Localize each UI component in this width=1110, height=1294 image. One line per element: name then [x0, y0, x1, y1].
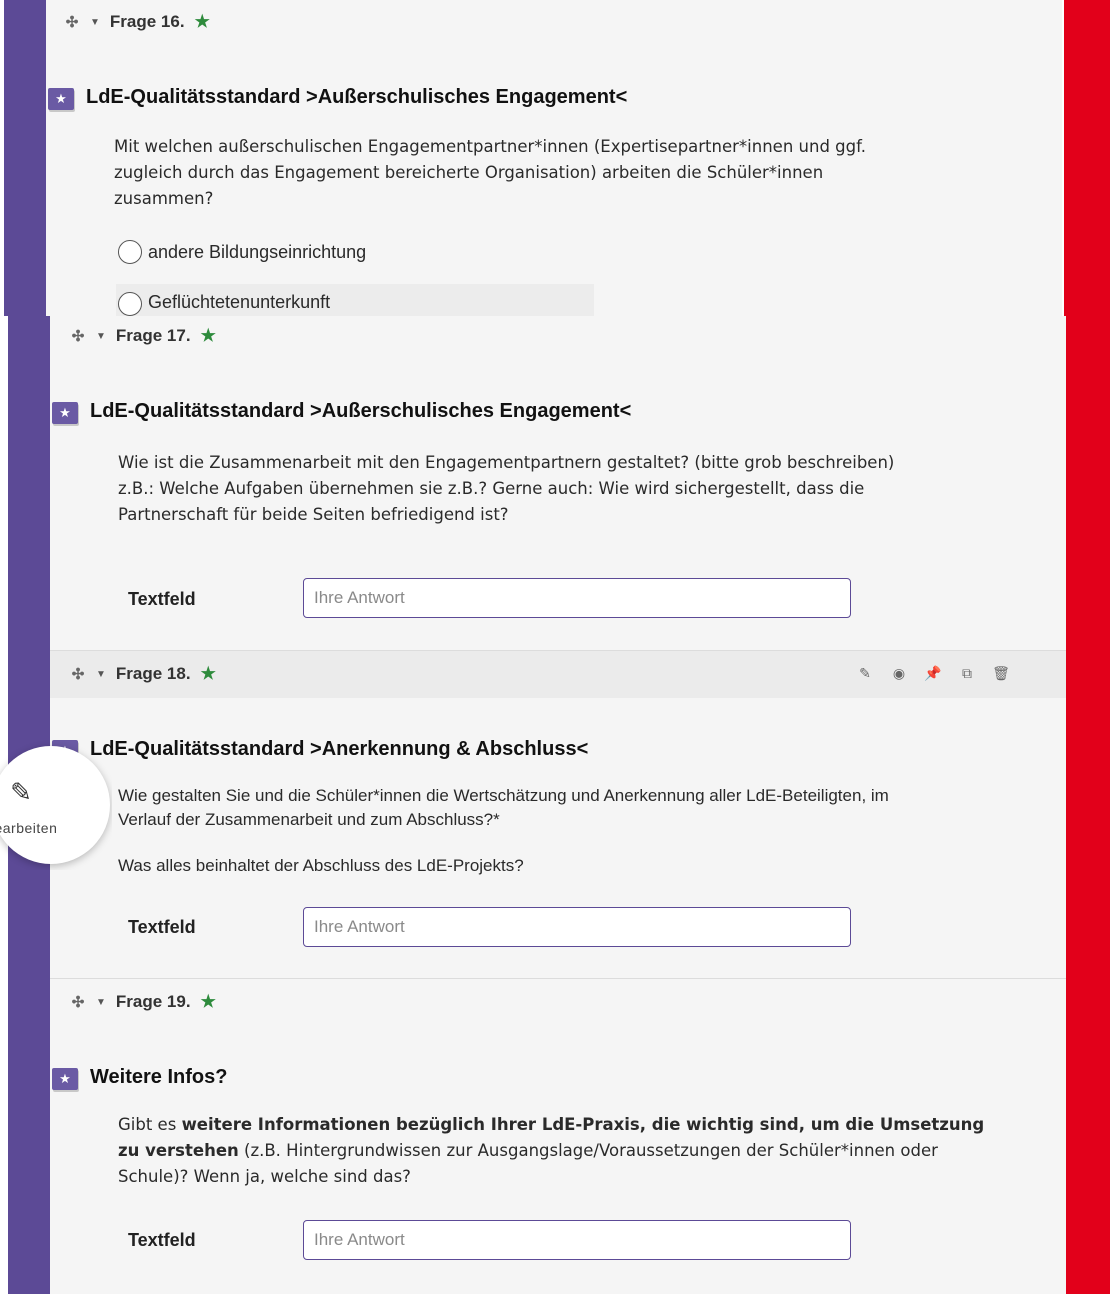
divider-q18-q19: [50, 978, 1066, 979]
field-label: Textfeld: [128, 917, 196, 937]
question-number: Frage 18.: [115, 664, 191, 683]
move-handle-icon[interactable]: ✣: [70, 993, 86, 1011]
question-number: Frage 17.: [115, 326, 191, 345]
question-16-header[interactable]: ✣ ▼ Frage 16. ★: [64, 12, 210, 32]
trash-icon[interactable]: 🗑: [984, 662, 1018, 686]
move-handle-icon[interactable]: ✣: [64, 13, 80, 31]
answer-input[interactable]: [303, 578, 851, 618]
question-title: LdE-Qualitätsstandard >Anerkennung & Abs…: [90, 738, 589, 760]
radio-option[interactable]: andere Bildungseinrichtung: [118, 240, 366, 264]
star-badge-icon: ★: [52, 402, 78, 424]
star-icon: ★: [200, 326, 216, 345]
pencil-icon: ✎: [10, 778, 32, 808]
left-accent-stripe-top: [4, 0, 46, 316]
star-icon: ★: [200, 992, 216, 1011]
edit-button-label: Bearbeiten: [0, 820, 58, 836]
question-number: Frage 16.: [109, 12, 185, 31]
right-accent-stripe: [1064, 0, 1110, 1294]
star-badge-icon: ★: [48, 88, 74, 110]
question-number: Frage 19.: [115, 992, 191, 1011]
move-handle-icon[interactable]: ✣: [70, 665, 86, 683]
question-19-header[interactable]: ✣ ▼ Frage 19. ★: [70, 992, 216, 1012]
eye-icon[interactable]: ◉: [882, 662, 916, 686]
question-17-header[interactable]: ✣ ▼ Frage 17. ★: [70, 326, 216, 346]
caret-down-icon[interactable]: ▼: [90, 17, 100, 28]
question-title: LdE-Qualitätsstandard >Außerschulisches …: [86, 86, 628, 108]
edit-button[interactable]: ✎ Bearbeiten: [0, 746, 110, 864]
answer-input[interactable]: [303, 907, 851, 947]
field-label: Textfeld: [128, 589, 196, 609]
caret-down-icon[interactable]: ▼: [96, 669, 106, 680]
question-title: LdE-Qualitätsstandard >Außerschulisches …: [90, 400, 632, 422]
radio-button[interactable]: [118, 240, 142, 264]
move-handle-icon[interactable]: ✣: [70, 327, 86, 345]
star-badge-icon: ★: [52, 1068, 78, 1090]
copy-icon[interactable]: ⧉: [950, 662, 984, 686]
radio-button[interactable]: [118, 292, 142, 316]
field-label: Textfeld: [128, 1230, 196, 1250]
question-text: Wie ist die Zusammenarbeit mit den Engag…: [118, 453, 895, 524]
question-text: Gibt es weitere Informationen bezüglich …: [118, 1115, 985, 1186]
radio-option-hover[interactable]: Geflüchtetenunterkunft: [116, 284, 594, 316]
caret-down-icon[interactable]: ▼: [96, 331, 106, 342]
question-text: Mit welchen außerschulischen Engagementp…: [114, 137, 866, 208]
pencil-icon[interactable]: ✎: [848, 662, 882, 686]
question-toolbar: ✎ ◉ 📌 ⧉ 🗑: [848, 662, 1018, 686]
answer-input[interactable]: [303, 1220, 851, 1260]
caret-down-icon[interactable]: ▼: [96, 997, 106, 1008]
question-title: Weitere Infos?: [90, 1066, 228, 1088]
star-icon: ★: [200, 664, 216, 683]
question-text: Wie gestalten Sie und die Schüler*innen …: [118, 786, 889, 875]
star-icon: ★: [194, 12, 210, 31]
pin-icon[interactable]: 📌: [916, 662, 950, 686]
option-label: andere Bildungseinrichtung: [148, 241, 367, 262]
divider-q17-q18: [50, 650, 1066, 651]
edit-button-clip: ✎ Bearbeiten: [0, 740, 112, 870]
question-18-header[interactable]: ✣ ▼ Frage 18. ★: [70, 664, 216, 684]
option-label: Geflüchtetenunterkunft: [148, 292, 331, 312]
